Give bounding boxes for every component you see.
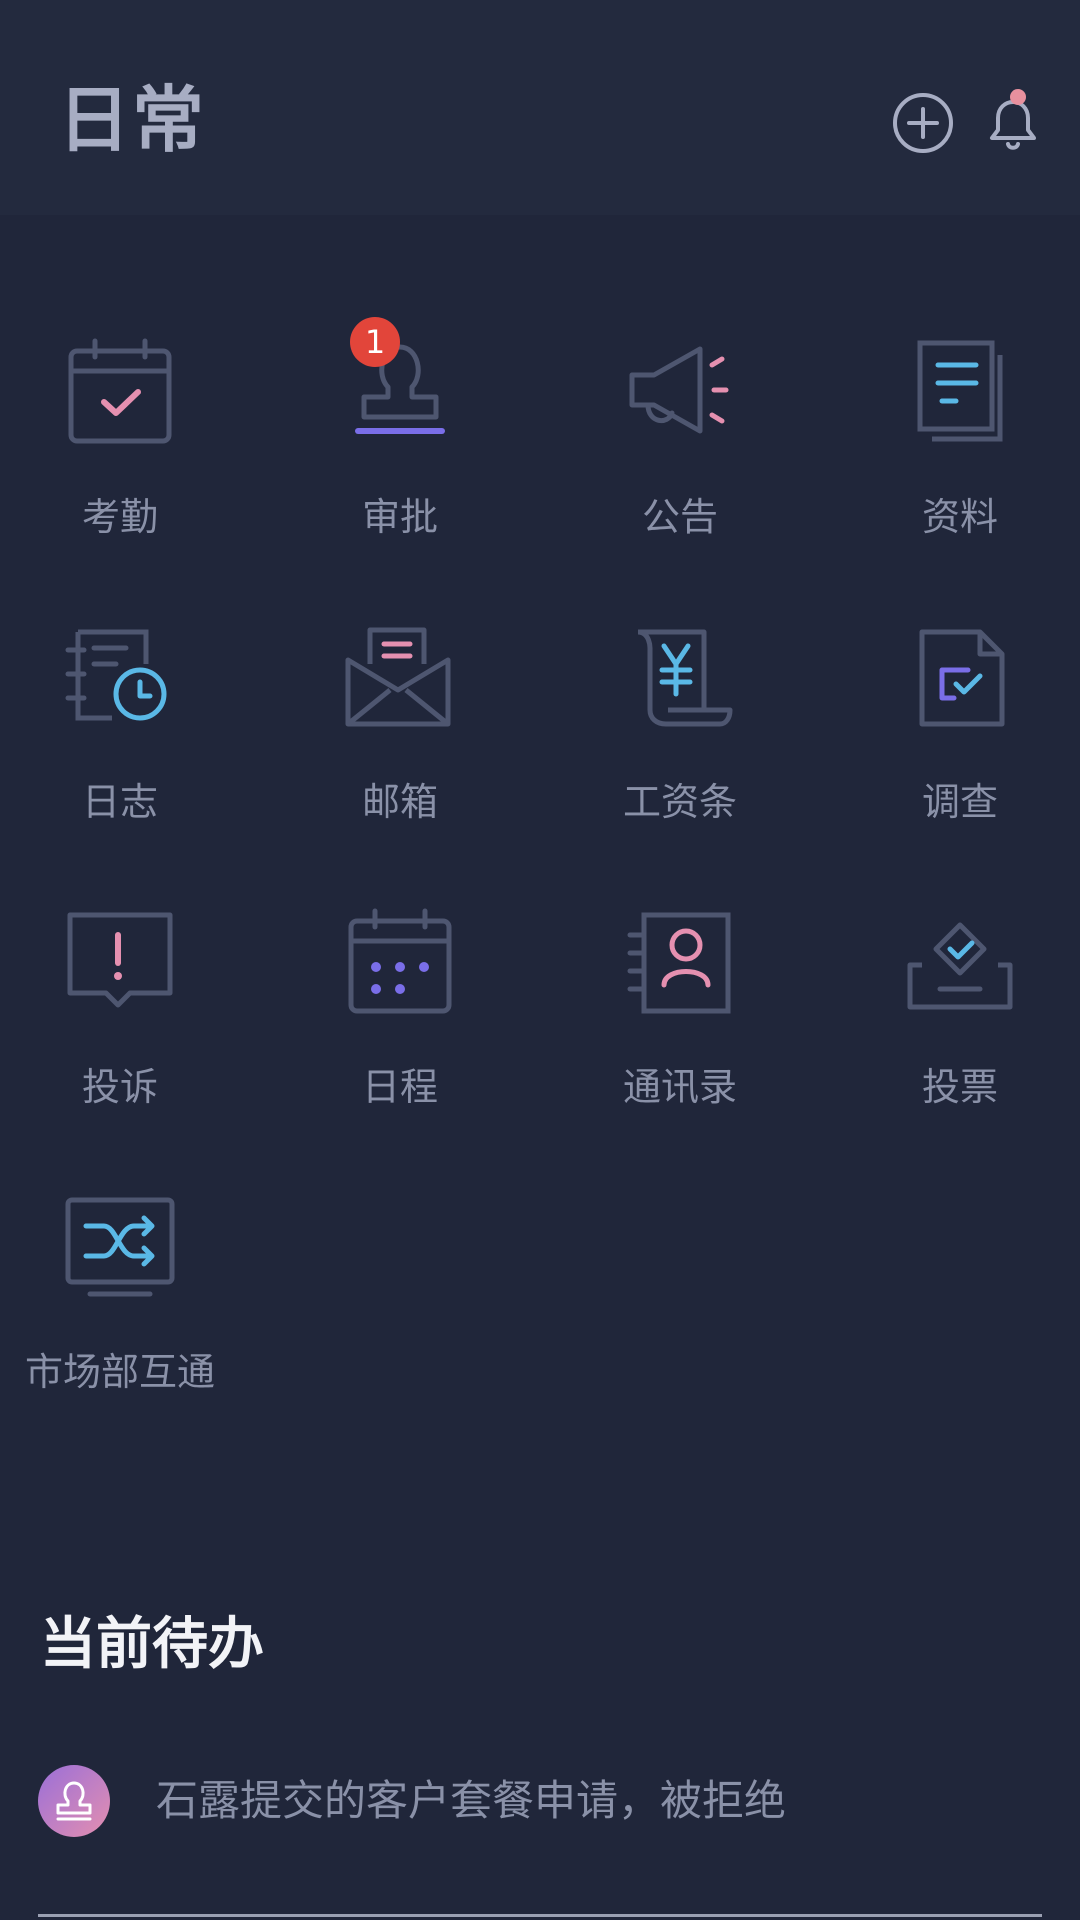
approval-stamp-icon — [56, 1781, 92, 1821]
avatar — [38, 1765, 110, 1837]
contacts-person-icon — [627, 912, 731, 1014]
todo-item[interactable]: 石露提交的客户套餐申请，被拒绝 — [38, 1765, 1042, 1855]
divider — [38, 1914, 1042, 1917]
grid-item-payslip[interactable]: 工资条 — [560, 620, 800, 880]
todo-item-text: 石露提交的客户套餐申请，被拒绝 — [156, 1776, 787, 1825]
grid-item-vote[interactable]: 投票 — [840, 905, 1080, 1165]
todo-section-title: 当前待办 — [40, 1612, 264, 1677]
survey-file-check-icon — [919, 629, 1005, 727]
grid-item-label: 市场部互通 — [24, 1350, 215, 1394]
grid-item-documents[interactable]: 资料 — [840, 335, 1080, 595]
grid-item-label: 调查 — [921, 780, 998, 824]
grid-item-attendance[interactable]: 考勤 — [0, 335, 240, 595]
grid-item-label: 考勤 — [81, 495, 158, 539]
log-clock-icon — [65, 629, 167, 721]
grid-item-complaint[interactable]: 投诉 — [0, 905, 240, 1165]
grid-item-marketing-exchange[interactable]: 市场部互通 — [0, 1190, 240, 1450]
complaint-alert-icon — [67, 912, 173, 1008]
grid-item-label: 投票 — [921, 1065, 998, 1109]
grid-item-label: 投诉 — [81, 1065, 158, 1109]
add-button[interactable] — [888, 88, 958, 158]
shuffle-monitor-icon — [65, 1197, 175, 1297]
grid-item-approval[interactable]: 审批 — [280, 335, 520, 595]
mailbox-envelope-icon — [345, 627, 451, 727]
page: 日常 考勤 审批 公告 资料 1 日志 邮箱 工资条 调查 投诉 日程 通讯录 … — [0, 0, 1080, 1920]
schedule-calendar-icon — [348, 908, 452, 1014]
bell-icon — [990, 89, 1036, 150]
grid-item-survey[interactable]: 调查 — [840, 620, 1080, 880]
header-bar: 日常 — [0, 0, 1080, 215]
plus-circle-icon — [893, 93, 953, 153]
payslip-yuan-icon — [637, 629, 733, 727]
attendance-calendar-check-icon — [68, 338, 172, 444]
grid-item-contacts[interactable]: 通讯录 — [560, 905, 800, 1165]
page-title: 日常 — [58, 78, 207, 162]
grid-item-label: 公告 — [641, 495, 718, 539]
grid-item-label: 工资条 — [622, 780, 737, 824]
grid-item-log[interactable]: 日志 — [0, 620, 240, 880]
grid-item-label: 通讯录 — [622, 1065, 737, 1109]
grid-item-mailbox[interactable]: 邮箱 — [280, 620, 520, 880]
grid-item-announcement[interactable]: 公告 — [560, 335, 800, 595]
announcement-megaphone-icon — [629, 346, 729, 434]
documents-icon — [917, 340, 1003, 442]
grid-item-label: 日程 — [361, 1065, 438, 1109]
grid-item-label: 日志 — [81, 780, 158, 824]
vote-ballot-icon — [907, 922, 1013, 1010]
grid-item-label: 邮箱 — [361, 780, 438, 824]
grid-item-label: 审批 — [361, 495, 438, 539]
grid-item-schedule[interactable]: 日程 — [280, 905, 520, 1165]
approval-badge: 1 — [350, 317, 400, 367]
notification-button[interactable] — [978, 88, 1048, 158]
grid-item-label: 资料 — [921, 495, 998, 539]
